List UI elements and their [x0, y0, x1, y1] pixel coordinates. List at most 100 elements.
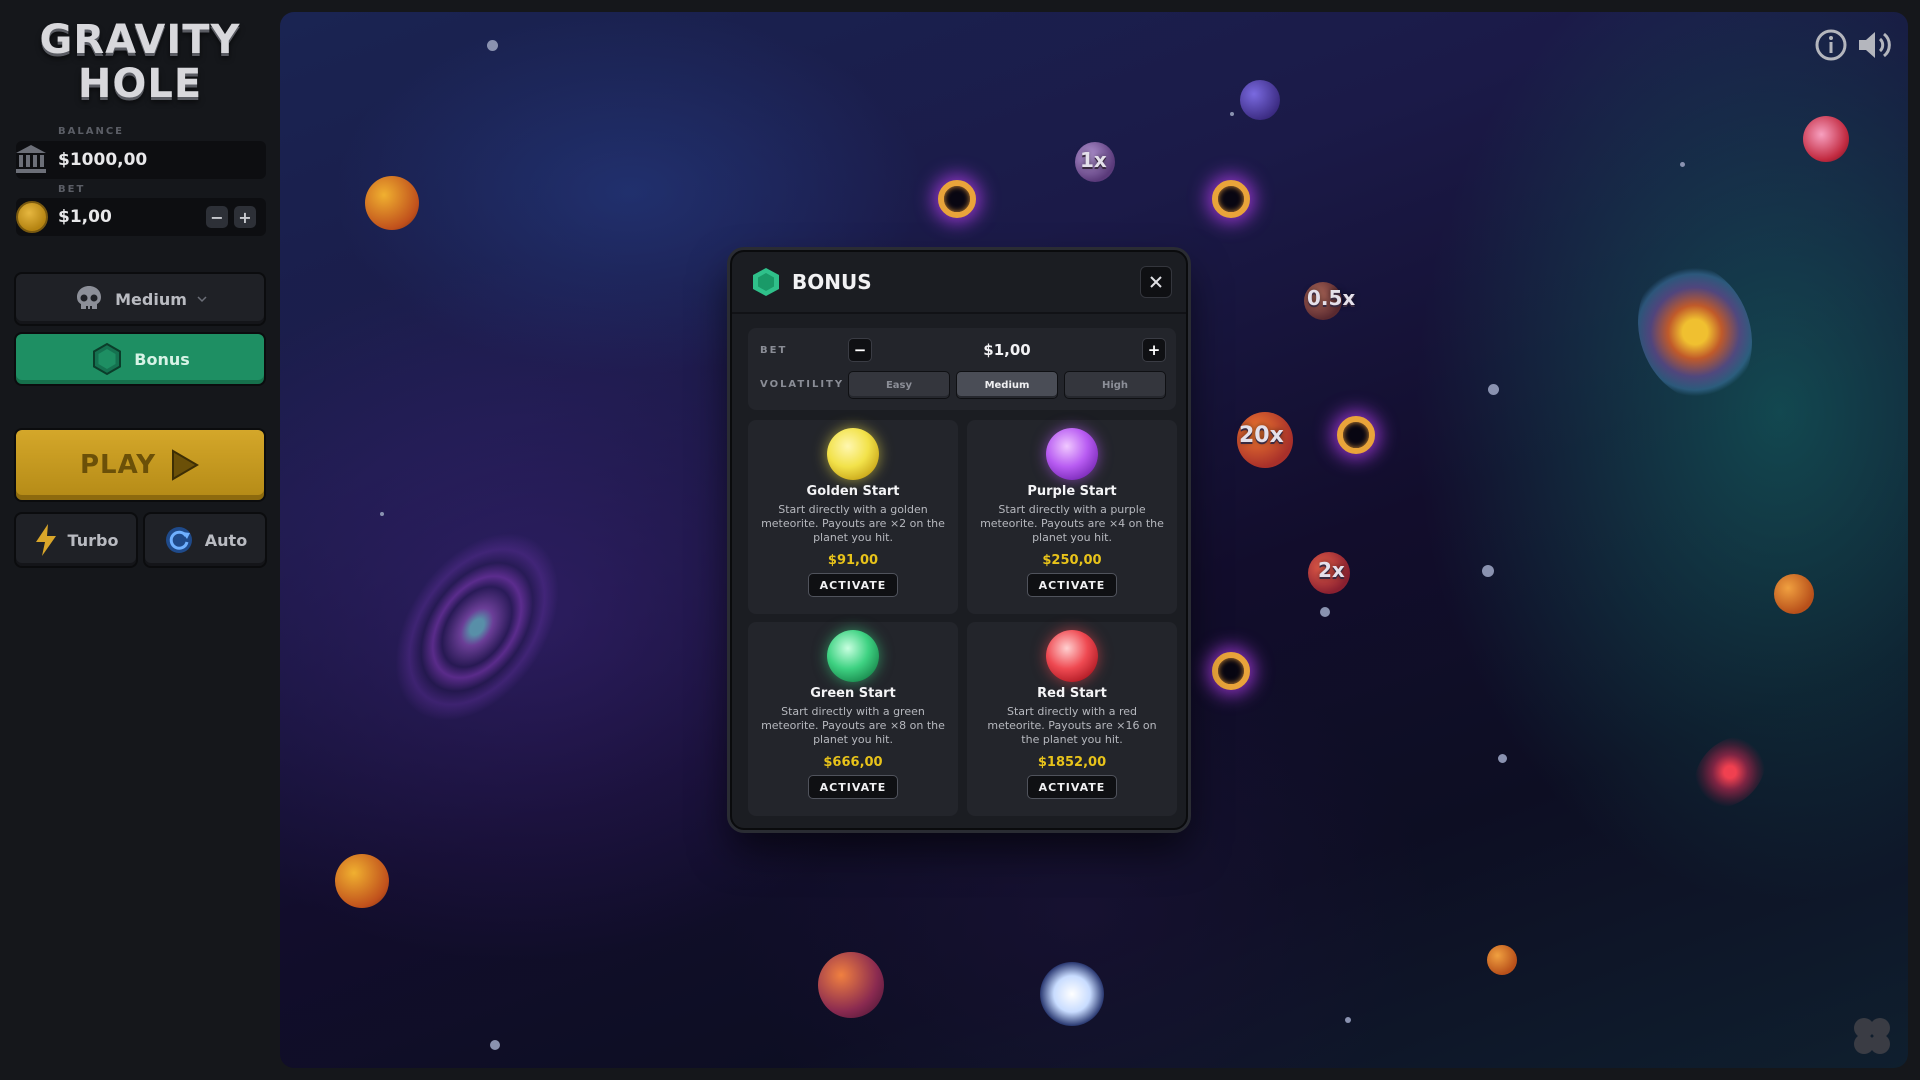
bonus-card-description: Start directly with a golden meteorite. …	[761, 503, 945, 544]
bonus-card-green: Green Start Start directly with a green …	[748, 622, 958, 816]
gravity-ring	[1212, 180, 1250, 218]
bonus-modal: BONUS BET − $1,00 + VOLATILITY Easy Medi…	[730, 250, 1188, 830]
provider-logo-icon	[1854, 1018, 1890, 1054]
top-controls	[1814, 28, 1894, 62]
gravity-ring	[938, 180, 976, 218]
turbo-button[interactable]: Turbo	[14, 512, 138, 568]
activate-button[interactable]: ACTIVATE	[808, 573, 898, 597]
activate-button[interactable]: ACTIVATE	[1027, 573, 1117, 597]
coin-icon	[16, 201, 48, 233]
star	[1320, 607, 1330, 617]
activate-button[interactable]: ACTIVATE	[808, 775, 898, 799]
close-button[interactable]	[1140, 266, 1172, 298]
bonus-card-title: Green Start	[810, 686, 896, 701]
modal-bet-stepper: − $1,00 +	[848, 337, 1166, 363]
turbo-button-label: Turbo	[67, 530, 119, 550]
bet-increase-button[interactable]: +	[234, 206, 256, 228]
star	[490, 1040, 500, 1050]
play-button[interactable]: PLAY	[14, 428, 266, 502]
skull-icon	[77, 286, 102, 310]
game-logo: GRAVITY HOLE	[30, 18, 250, 106]
green-orb-icon	[827, 630, 879, 682]
star	[1498, 754, 1507, 763]
play-icon	[172, 449, 200, 481]
chevron-down-icon	[197, 296, 207, 303]
bet-decrease-button[interactable]: −	[206, 206, 228, 228]
modal-bet-value: $1,00	[983, 341, 1031, 359]
volatility-dropdown-label: Medium	[115, 289, 187, 309]
red-orb-icon	[1046, 630, 1098, 682]
bonus-card-price: $1852,00	[1037, 755, 1107, 770]
bonus-card-title: Purple Start	[1027, 484, 1117, 499]
play-button-label: PLAY	[79, 450, 157, 480]
bonus-card-description: Start directly with a green meteorite. P…	[761, 705, 945, 746]
volatility-dropdown[interactable]: Medium	[14, 272, 266, 326]
auto-button[interactable]: Auto	[143, 512, 267, 568]
bonus-button[interactable]: Bonus	[14, 332, 266, 386]
orange-planet	[1774, 574, 1814, 614]
volatility-high-button[interactable]: High	[1064, 371, 1166, 399]
info-icon[interactable]	[1814, 28, 1848, 62]
bonus-card-description: Start directly with a red meteorite. Pay…	[987, 705, 1157, 746]
auto-button-label: Auto	[204, 530, 248, 550]
volatility-selector: Easy Medium High	[848, 371, 1166, 399]
volatility-medium-button[interactable]: Medium	[956, 371, 1058, 399]
modal-header: BONUS	[732, 252, 1186, 314]
bonus-card-title: Red Start	[1037, 686, 1107, 701]
purple-planet	[1240, 80, 1280, 120]
volatility-easy-button[interactable]: Easy	[848, 371, 950, 399]
balance-field: $1000,00	[16, 141, 266, 179]
modal-bet-increase-button[interactable]: +	[1141, 338, 1166, 362]
striped-planet	[818, 952, 884, 1018]
orange-planet	[335, 854, 389, 908]
modal-title: BONUS	[792, 270, 872, 294]
bet-field: $1,00 − +	[16, 198, 266, 236]
bonus-card-price: $91,00	[827, 553, 879, 568]
modal-volatility-label: VOLATILITY	[760, 379, 845, 390]
golden-orb-icon	[827, 428, 879, 480]
bonus-card-price: $666,00	[823, 755, 883, 770]
auto-refresh-icon	[165, 527, 192, 553]
star	[1230, 112, 1234, 116]
glowing-white-planet	[1040, 962, 1104, 1026]
bank-icon	[16, 145, 46, 173]
orange-galaxy	[1619, 247, 1771, 417]
bonus-card-golden: Golden Start Start directly with a golde…	[748, 420, 958, 614]
spiral-galaxy	[360, 501, 594, 753]
gravity-ring	[1337, 416, 1375, 454]
bonus-card-description: Start directly with a purple meteorite. …	[980, 503, 1164, 544]
hexagon-gem-icon	[93, 342, 122, 376]
game-app: GRAVITY HOLE BALANCE $1000,00 BET $1,00 …	[0, 0, 1920, 1080]
multiplier-label: 0.5x	[1307, 286, 1356, 310]
star	[1482, 565, 1494, 577]
bet-stepper: − +	[206, 206, 256, 228]
bet-label: BET	[58, 184, 86, 195]
bonus-card-title: Golden Start	[806, 484, 900, 499]
multiplier-label: 20x	[1239, 423, 1284, 448]
balance-label: BALANCE	[58, 126, 125, 137]
orange-planet	[1487, 945, 1517, 975]
star	[1488, 384, 1499, 395]
hexagon-gem-icon	[753, 268, 779, 296]
logo-line-1: GRAVITY	[39, 17, 241, 63]
pink-planet	[1803, 116, 1849, 162]
star	[1345, 1017, 1351, 1023]
bonus-card-red: Red Start Start directly with a red mete…	[967, 622, 1177, 816]
balance-value: $1000,00	[58, 150, 148, 170]
bet-value: $1,00	[58, 207, 112, 227]
speaker-icon[interactable]	[1856, 28, 1894, 62]
modal-bet-label: BET	[760, 345, 788, 356]
gravity-ring	[1212, 652, 1250, 690]
purple-orb-icon	[1046, 428, 1098, 480]
bonus-card-price: $250,00	[1042, 553, 1102, 568]
modal-bet-decrease-button[interactable]: −	[848, 338, 872, 362]
star	[1680, 162, 1685, 167]
red-galaxy	[1680, 722, 1780, 822]
bonus-settings-panel: BET − $1,00 + VOLATILITY Easy Medium Hig…	[748, 328, 1176, 410]
logo-line-2: HOLE	[77, 61, 203, 107]
lightning-icon	[35, 524, 56, 556]
sidebar: GRAVITY HOLE BALANCE $1000,00 BET $1,00 …	[0, 0, 280, 1080]
activate-button[interactable]: ACTIVATE	[1027, 775, 1117, 799]
star	[487, 40, 498, 51]
multiplier-label: 2x	[1318, 558, 1345, 582]
